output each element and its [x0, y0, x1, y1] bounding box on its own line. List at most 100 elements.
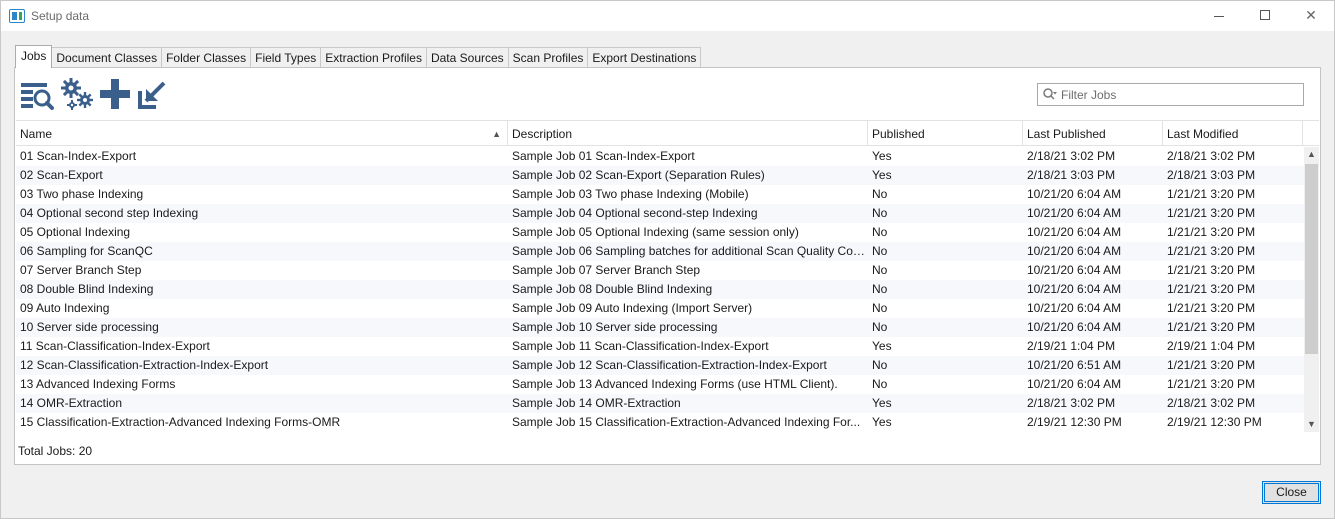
close-button[interactable]: Close [1262, 481, 1321, 504]
tab-field-types[interactable]: Field Types [250, 47, 322, 68]
cell-description: Sample Job 03 Two phase Indexing (Mobile… [512, 187, 749, 201]
cell-description: Sample Job 05 Optional Indexing (same se… [512, 225, 799, 239]
table-row[interactable]: 04 Optional second step Indexing Sample J… [16, 204, 1304, 223]
grid-rows: 01 Scan-Index-Export Sample Job 01 Scan-I… [16, 147, 1304, 432]
cell-published: No [872, 187, 888, 201]
maximize-button[interactable] [1242, 1, 1288, 31]
settings-gears-icon [61, 78, 93, 110]
table-row[interactable]: 08 Double Blind Indexing Sample Job 08 Do… [16, 280, 1304, 299]
table-row[interactable]: 12 Scan-Classification-Extraction-Index-… [16, 356, 1304, 375]
column-header-description[interactable]: Description [508, 121, 868, 146]
cell-published: No [872, 301, 888, 315]
table-row[interactable]: 14 OMR-Extraction Sample Job 14 OMR-Extra… [16, 394, 1304, 413]
cell-last-published: 10/21/20 6:04 AM [1027, 225, 1122, 239]
table-row[interactable]: 11 Scan-Classification-Index-Export Sampl… [16, 337, 1304, 356]
filter-jobs-field[interactable] [1037, 83, 1304, 106]
export-button[interactable] [136, 77, 170, 111]
cell-published: No [872, 282, 888, 296]
cell-name: 03 Two phase Indexing [20, 187, 144, 201]
table-row[interactable]: 07 Server Branch Step Sample Job 07 Serve… [16, 261, 1304, 280]
cell-last-modified: 1/21/21 3:20 PM [1167, 187, 1256, 201]
table-row[interactable]: 03 Two phase Indexing Sample Job 03 Two p… [16, 185, 1304, 204]
tab-export-destinations[interactable]: Export Destinations [587, 47, 702, 68]
scroll-up-icon[interactable]: ▲ [1304, 147, 1319, 162]
column-header-last-published[interactable]: Last Published [1023, 121, 1163, 146]
search-dropdown-icon[interactable] [1042, 87, 1058, 103]
cell-last-modified: 1/21/21 3:20 PM [1167, 225, 1256, 239]
cell-name: 13 Advanced Indexing Forms [20, 377, 176, 391]
cell-published: No [872, 244, 888, 258]
cell-last-modified: 1/21/21 3:20 PM [1167, 301, 1256, 315]
tab-data-sources[interactable]: Data Sources [425, 47, 509, 68]
jobs-grid: Name ▲ Description Published Last Publis… [16, 120, 1319, 432]
cell-last-published: 10/21/20 6:04 AM [1027, 377, 1122, 391]
column-header-published[interactable]: Published [868, 121, 1023, 146]
cell-last-published: 2/18/21 3:02 PM [1027, 149, 1116, 163]
cell-last-published: 10/21/20 6:51 AM [1027, 358, 1122, 372]
setup-data-window: Setup data ✕ Jobs Document Classes Folde… [0, 0, 1335, 519]
cell-name: 01 Scan-Index-Export [20, 149, 137, 163]
cell-name: 05 Optional Indexing [20, 225, 131, 239]
add-job-button[interactable] [98, 77, 132, 111]
search-jobs-button[interactable] [20, 77, 54, 111]
add-plus-icon [100, 79, 130, 109]
cell-last-published: 10/21/20 6:04 AM [1027, 206, 1122, 220]
tab-scan-profiles[interactable]: Scan Profiles [507, 47, 589, 68]
column-header-last-modified[interactable]: Last Modified [1163, 121, 1303, 146]
cell-name: 10 Server side processing [20, 320, 159, 334]
cell-published: No [872, 206, 888, 220]
table-row[interactable]: 13 Advanced Indexing Forms Sample Job 13 … [16, 375, 1304, 394]
column-header-name[interactable]: Name ▲ [16, 121, 508, 146]
cell-description: Sample Job 10 Server side processing [512, 320, 718, 334]
table-row[interactable]: 09 Auto Indexing Sample Job 09 Auto Index… [16, 299, 1304, 318]
table-row[interactable]: 02 Scan-Export Sample Job 02 Scan-Export … [16, 166, 1304, 185]
cell-published: Yes [872, 339, 892, 353]
table-row[interactable]: 06 Sampling for ScanQC Sample Job 06 Samp… [16, 242, 1304, 261]
cell-last-published: 10/21/20 6:04 AM [1027, 263, 1122, 277]
tab-extraction-profiles[interactable]: Extraction Profiles [320, 47, 427, 68]
cell-last-modified: 2/18/21 3:03 PM [1167, 168, 1256, 182]
tab-folder-classes[interactable]: Folder Classes [161, 47, 252, 68]
app-icon [9, 9, 25, 23]
cell-name: 12 Scan-Classification-Extraction-Index-… [20, 358, 269, 372]
cell-description: Sample Job 14 OMR-Extraction [512, 396, 681, 410]
total-jobs-label: Total Jobs: 20 [18, 444, 93, 458]
close-window-button[interactable]: ✕ [1288, 1, 1334, 31]
minimize-button[interactable] [1196, 1, 1242, 31]
cell-last-published: 10/21/20 6:04 AM [1027, 301, 1122, 315]
scroll-down-icon[interactable]: ▼ [1304, 417, 1319, 432]
cell-name: 14 OMR-Extraction [20, 396, 123, 410]
cell-description: Sample Job 09 Auto Indexing (Import Serv… [512, 301, 753, 315]
table-row[interactable]: 15 Classification-Extraction-Advanced In… [16, 413, 1304, 432]
cell-last-modified: 2/18/21 3:02 PM [1167, 149, 1256, 163]
table-row[interactable]: 10 Server side processing Sample Job 10 S… [16, 318, 1304, 337]
cell-description: Sample Job 06 Sampling batches for addit… [512, 244, 868, 258]
title-bar: Setup data ✕ [1, 1, 1334, 31]
vertical-scrollbar[interactable]: ▲ ▼ [1304, 147, 1319, 432]
jobs-panel: Name ▲ Description Published Last Publis… [14, 67, 1321, 465]
tab-jobs[interactable]: Jobs [15, 45, 53, 68]
scroll-thumb[interactable] [1305, 164, 1318, 354]
cell-description: Sample Job 04 Optional second-step Index… [512, 206, 758, 220]
table-row[interactable]: 05 Optional Indexing Sample Job 05 Option… [16, 223, 1304, 242]
cell-description: Sample Job 02 Scan-Export (Separation Ru… [512, 168, 765, 182]
cell-description: Sample Job 11 Scan-Classification-Index-… [512, 339, 769, 353]
tab-document-classes[interactable]: Document Classes [51, 47, 163, 68]
table-row[interactable]: 01 Scan-Index-Export Sample Job 01 Scan-I… [16, 147, 1304, 166]
cell-last-modified: 1/21/21 3:20 PM [1167, 358, 1256, 372]
filter-jobs-input[interactable] [1061, 85, 1299, 104]
cell-description: Sample Job 08 Double Blind Indexing [512, 282, 713, 296]
cell-name: 08 Double Blind Indexing [20, 282, 154, 296]
settings-button[interactable] [61, 77, 95, 111]
cell-last-modified: 1/21/21 3:20 PM [1167, 263, 1256, 277]
minimize-icon [1214, 15, 1224, 17]
cell-last-published: 2/18/21 3:03 PM [1027, 168, 1116, 182]
cell-published: No [872, 225, 888, 239]
sort-ascending-icon: ▲ [492, 129, 501, 139]
cell-description: Sample Job 07 Server Branch Step [512, 263, 701, 277]
cell-last-modified: 1/21/21 3:20 PM [1167, 377, 1256, 391]
cell-last-published: 10/21/20 6:04 AM [1027, 244, 1122, 258]
grid-header: Name ▲ Description Published Last Publis… [16, 120, 1319, 146]
cell-last-published: 10/21/20 6:04 AM [1027, 282, 1122, 296]
cell-last-modified: 2/18/21 3:02 PM [1167, 396, 1256, 410]
